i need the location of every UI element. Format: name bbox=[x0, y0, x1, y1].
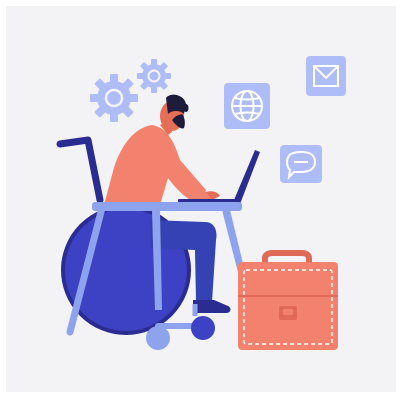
illustration-canvas bbox=[0, 0, 402, 398]
briefcase bbox=[238, 250, 338, 350]
globe-icon bbox=[224, 83, 270, 129]
caster-wheel bbox=[146, 326, 170, 350]
mail-icon bbox=[306, 56, 346, 96]
caster-wheel bbox=[191, 316, 215, 340]
chat-bubble-icon bbox=[280, 145, 322, 183]
